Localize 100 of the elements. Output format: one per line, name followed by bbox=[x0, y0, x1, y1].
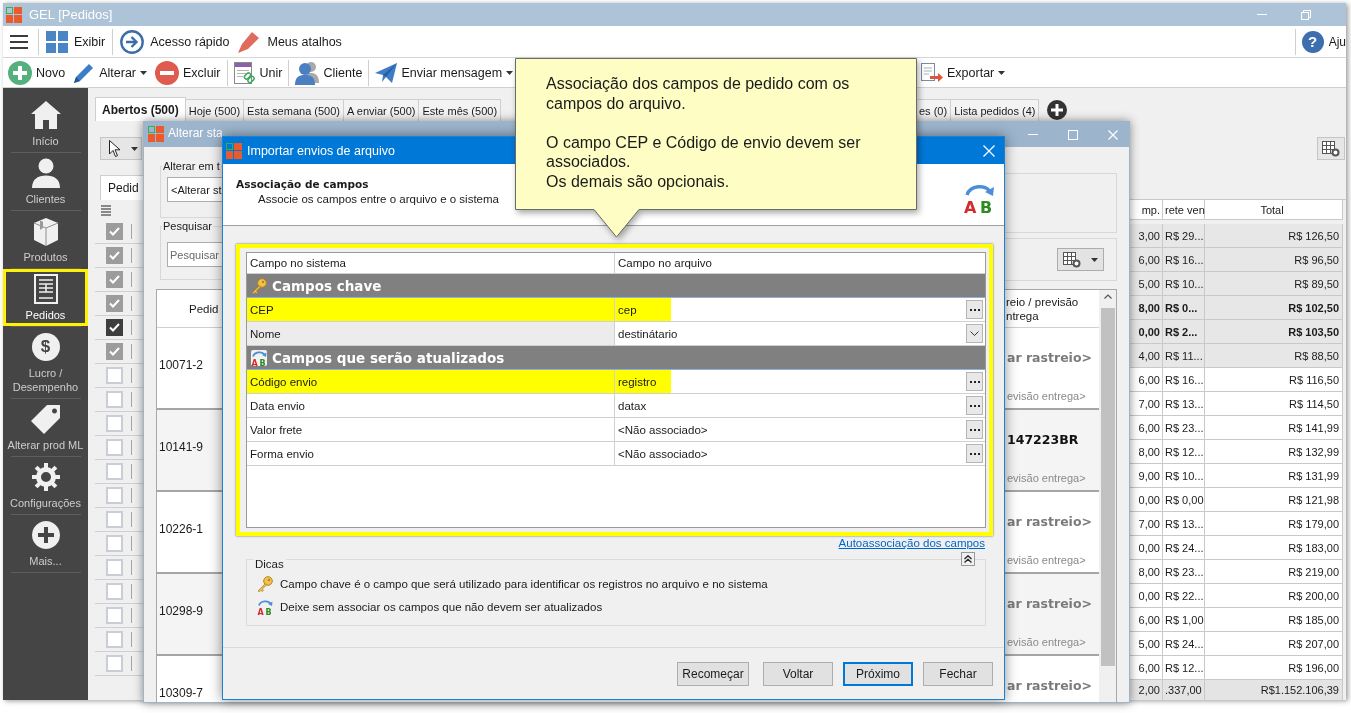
caret-icon bbox=[1091, 257, 1098, 262]
maximize-icon[interactable] bbox=[1068, 129, 1078, 140]
tab[interactable]: Este mês (500) bbox=[419, 99, 502, 121]
table-cell[interactable]: Data envio bbox=[247, 394, 615, 417]
checkbox[interactable] bbox=[106, 271, 123, 288]
cell-value[interactable]: cep bbox=[615, 298, 671, 321]
toolbar-button[interactable]: Unir bbox=[230, 58, 286, 87]
sidebar-item[interactable]: Pedidos bbox=[3, 269, 88, 326]
cell-value[interactable]: datax bbox=[615, 394, 650, 417]
status-dropdown[interactable]: <Alterar st bbox=[167, 177, 222, 202]
ellipsis-icon bbox=[969, 308, 980, 311]
group-label: Campos chave bbox=[272, 277, 382, 294]
cell-value[interactable]: <Não associado> bbox=[615, 418, 711, 441]
browse-button[interactable] bbox=[966, 420, 983, 439]
checkbox[interactable] bbox=[106, 295, 123, 312]
table-cell[interactable]: Nome bbox=[247, 322, 615, 345]
column-header[interactable]: mp. bbox=[1130, 200, 1163, 220]
grid-options-button[interactable] bbox=[1057, 248, 1104, 271]
table-cell[interactable]: Valor frete bbox=[247, 418, 615, 441]
tab[interactable]: Hoje (500) bbox=[185, 99, 245, 121]
tracking-link[interactable]: ar rastreio> bbox=[1007, 677, 1092, 695]
tracking-link[interactable]: ar rastreio> bbox=[1007, 595, 1092, 613]
menu-item[interactable]: Exibir bbox=[42, 26, 110, 57]
menu-item[interactable]: Acesso rápido bbox=[116, 26, 234, 57]
help-button[interactable]: ? Aju bbox=[1298, 26, 1346, 57]
dollar-icon: $ bbox=[31, 333, 60, 361]
toolbar-button[interactable]: Novo bbox=[5, 58, 69, 87]
sidebar-item[interactable]: Início bbox=[3, 95, 88, 152]
restore-icon[interactable] bbox=[1301, 9, 1311, 20]
browse-button[interactable] bbox=[966, 444, 983, 463]
forecast-link[interactable]: evisão entrega> bbox=[1007, 389, 1086, 403]
logo-icon bbox=[148, 126, 164, 142]
browse-button[interactable] bbox=[966, 396, 983, 415]
sidebar-item[interactable]: $ Lucro / Desempenho bbox=[3, 327, 88, 398]
key-icon bbox=[257, 576, 273, 592]
dropdown-button[interactable] bbox=[966, 324, 983, 343]
close-icon[interactable] bbox=[983, 144, 995, 157]
toolbar-button[interactable]: Alterar bbox=[70, 58, 150, 87]
table-cell: R$ 24... bbox=[1163, 632, 1205, 656]
plus-circle-icon[interactable] bbox=[1047, 100, 1068, 120]
column-header[interactable]: Pedid bbox=[157, 290, 223, 327]
sidebar-item[interactable]: Mais... bbox=[3, 515, 88, 572]
tab[interactable]: Lista pedidos (4) bbox=[951, 99, 1040, 121]
cell-value[interactable]: <Não associado> bbox=[615, 442, 711, 465]
chevron-up-icon[interactable] bbox=[1103, 294, 1112, 299]
dialog-button[interactable]: Fechar bbox=[923, 662, 993, 686]
cell-value[interactable]: registro bbox=[615, 370, 671, 393]
close-icon[interactable] bbox=[1108, 129, 1118, 140]
table-cell: R$ 103,50 bbox=[1205, 320, 1343, 344]
table-cell: R$ 1,00 bbox=[1163, 608, 1205, 632]
table-cell[interactable]: CEP bbox=[247, 298, 615, 321]
menu-item[interactable]: Meus atalhos bbox=[233, 26, 346, 57]
ellipsis-icon bbox=[969, 404, 980, 407]
table-cell: R$ 141,99 bbox=[1205, 416, 1343, 440]
checkbox[interactable] bbox=[106, 223, 123, 240]
tab[interactable]: Esta semana (500) bbox=[244, 99, 344, 121]
table-cell[interactable]: Código envio bbox=[247, 370, 615, 393]
auto-associate-link[interactable]: Autoassociação dos campos bbox=[838, 536, 985, 559]
arrow-circle-icon bbox=[120, 29, 145, 54]
dialog-button[interactable]: Recomeçar bbox=[677, 662, 749, 686]
toolbar-button[interactable]: Excluir bbox=[152, 58, 224, 87]
sidebar-item[interactable]: Produtos bbox=[3, 211, 88, 268]
table-cell: R$ 10... bbox=[1163, 464, 1205, 488]
toolbar-button[interactable]: Cliente bbox=[292, 58, 366, 87]
column-header: Campo no sistema bbox=[247, 253, 615, 273]
column-header[interactable]: reio / previsão ntrega bbox=[1004, 290, 1099, 327]
table-gear-icon bbox=[1322, 140, 1340, 157]
tab[interactable]: A enviar (500) bbox=[344, 99, 420, 121]
dialog-button[interactable]: Voltar bbox=[763, 662, 833, 686]
toolbar-button[interactable]: Exportar bbox=[918, 58, 1009, 87]
search-field[interactable]: Pesquisar bbox=[167, 242, 223, 267]
column-header[interactable]: rete ven bbox=[1163, 200, 1205, 220]
sidebar-item[interactable]: Alterar prod ML bbox=[3, 399, 88, 456]
dialog-button[interactable]: Próximo bbox=[843, 662, 913, 686]
tip-text: Campo chave é o campo que será utilizado para identificar os registros no arquivo e no sistema bbox=[280, 578, 768, 590]
column-tab[interactable]: Pedid bbox=[100, 175, 143, 200]
tab[interactable]: Abertos (500) bbox=[95, 97, 186, 121]
forecast-link[interactable]: evisão entrega> bbox=[1007, 553, 1086, 567]
sidebar-item[interactable]: Configurações bbox=[3, 457, 88, 514]
cell-value[interactable]: destinátario bbox=[615, 322, 681, 345]
tracking-link[interactable]: ar rastreio> bbox=[1007, 349, 1092, 367]
tab[interactable]: es (0) bbox=[918, 99, 952, 121]
collapse-button[interactable] bbox=[961, 551, 975, 566]
column-header[interactable]: Total bbox=[1205, 200, 1343, 220]
tracking-link[interactable]: ar rastreio> bbox=[1007, 513, 1092, 531]
table-cell: R$ 88,50 bbox=[1205, 344, 1343, 368]
pointer-dropdown[interactable] bbox=[100, 137, 142, 160]
sidebar-item[interactable]: Clientes bbox=[3, 153, 88, 210]
scrollbar-thumb[interactable] bbox=[1100, 308, 1115, 666]
browse-button[interactable] bbox=[966, 372, 983, 391]
table-cell[interactable]: Forma envio bbox=[247, 442, 615, 465]
window-title: GEL [Pedidos] bbox=[29, 7, 113, 22]
table-cell: R$ 116,50 bbox=[1205, 368, 1343, 392]
checkbox[interactable] bbox=[106, 319, 123, 336]
browse-button[interactable] bbox=[966, 300, 983, 319]
checkbox[interactable] bbox=[106, 247, 123, 264]
table-cell: R$ 16... bbox=[1163, 248, 1205, 272]
document-link-icon bbox=[233, 61, 256, 84]
checkbox[interactable] bbox=[106, 343, 123, 360]
grid-settings-button[interactable] bbox=[1317, 137, 1345, 160]
